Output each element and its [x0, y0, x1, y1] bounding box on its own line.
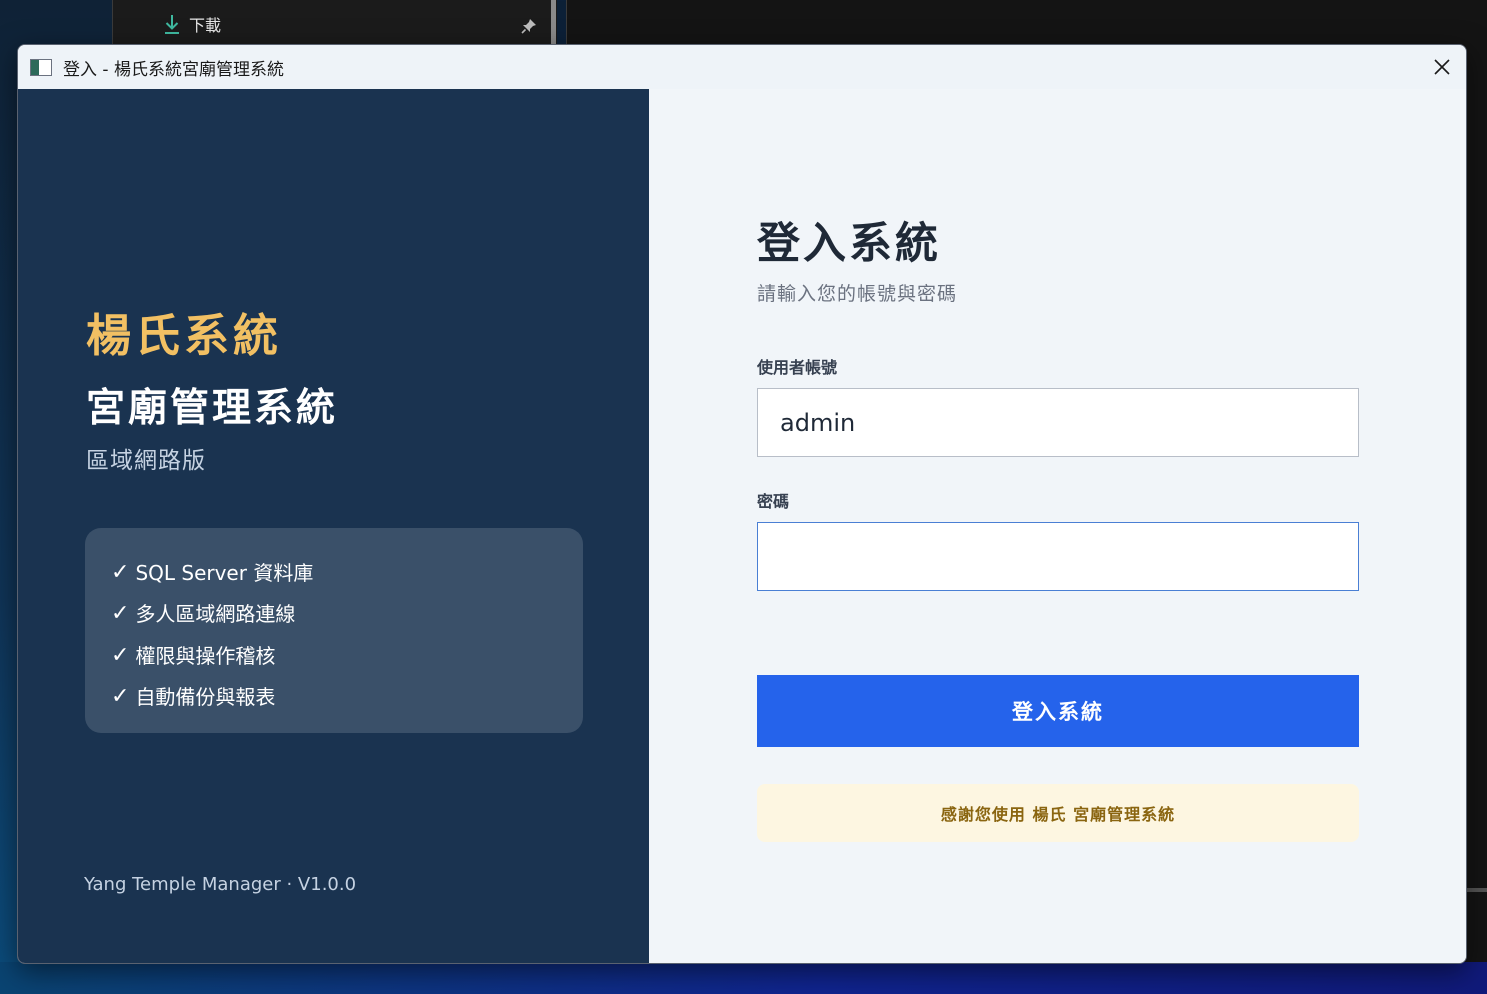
version-label: Yang Temple Manager · V1.0.0 — [84, 874, 357, 895]
window-title: 登入 - 楊氏系統宮廟管理系統 — [63, 59, 284, 80]
feature-label: SQL Server 資料庫 — [135, 560, 314, 585]
background-divider — [1465, 888, 1487, 892]
feature-item: ✓ 權限與操作稽核 — [111, 635, 557, 677]
explorer-item-label: 下載 — [189, 16, 222, 35]
title-bar[interactable]: 登入 - 楊氏系統宮廟管理系統 — [18, 45, 1466, 89]
feature-list: ✓ SQL Server 資料庫 ✓ 多人區域網路連線 ✓ 權限與操作稽核 ✓ … — [85, 528, 583, 733]
username-field[interactable] — [757, 388, 1359, 457]
login-window: 登入 - 楊氏系統宮廟管理系統 楊氏系統 宮廟管理系統 區域網路版 ✓ SQL … — [17, 44, 1467, 964]
check-icon: ✓ — [111, 559, 130, 585]
username-label: 使用者帳號 — [757, 358, 838, 377]
check-icon: ✓ — [111, 642, 130, 668]
desktop-wallpaper-strip — [0, 962, 1487, 994]
feature-item: ✓ 多人區域網路連線 — [111, 594, 557, 636]
login-hint: 請輸入您的帳號與密碼 — [757, 283, 958, 305]
feature-label: 多人區域網路連線 — [135, 602, 296, 627]
check-icon: ✓ — [111, 684, 130, 710]
branding-panel: 楊氏系統 宮廟管理系統 區域網路版 ✓ SQL Server 資料庫 ✓ 多人區… — [18, 89, 649, 963]
explorer-item-downloads[interactable]: 下載 — [163, 12, 221, 36]
file-explorer-background: 下載 — [112, 0, 557, 44]
feature-item: ✓ 自動備份與報表 — [111, 677, 557, 719]
feature-item: ✓ SQL Server 資料庫 — [111, 552, 557, 594]
brand-subtitle: 宮廟管理系統 — [86, 386, 339, 431]
pin-icon[interactable] — [521, 18, 537, 34]
login-heading: 登入系統 — [757, 219, 941, 269]
download-icon — [165, 15, 179, 34]
close-button[interactable] — [1418, 45, 1466, 89]
feature-label: 權限與操作稽核 — [135, 643, 276, 668]
explorer-scrollbar[interactable] — [551, 0, 556, 44]
login-button[interactable]: 登入系統 — [757, 675, 1359, 747]
password-label: 密碼 — [757, 492, 790, 511]
login-form-panel: 登入系統 請輸入您的帳號與密碼 使用者帳號 密碼 登入系統 感謝您使用 楊氏 宮… — [649, 89, 1466, 963]
password-field[interactable] — [757, 522, 1359, 591]
check-icon: ✓ — [111, 601, 130, 627]
close-icon — [1434, 59, 1450, 75]
thanks-banner: 感謝您使用 楊氏 宮廟管理系統 — [757, 784, 1359, 842]
brand-title: 楊氏系統 — [86, 309, 283, 362]
app-window-icon — [30, 58, 52, 76]
feature-label: 自動備份與報表 — [135, 685, 276, 710]
edition-label: 區域網路版 — [86, 448, 206, 474]
